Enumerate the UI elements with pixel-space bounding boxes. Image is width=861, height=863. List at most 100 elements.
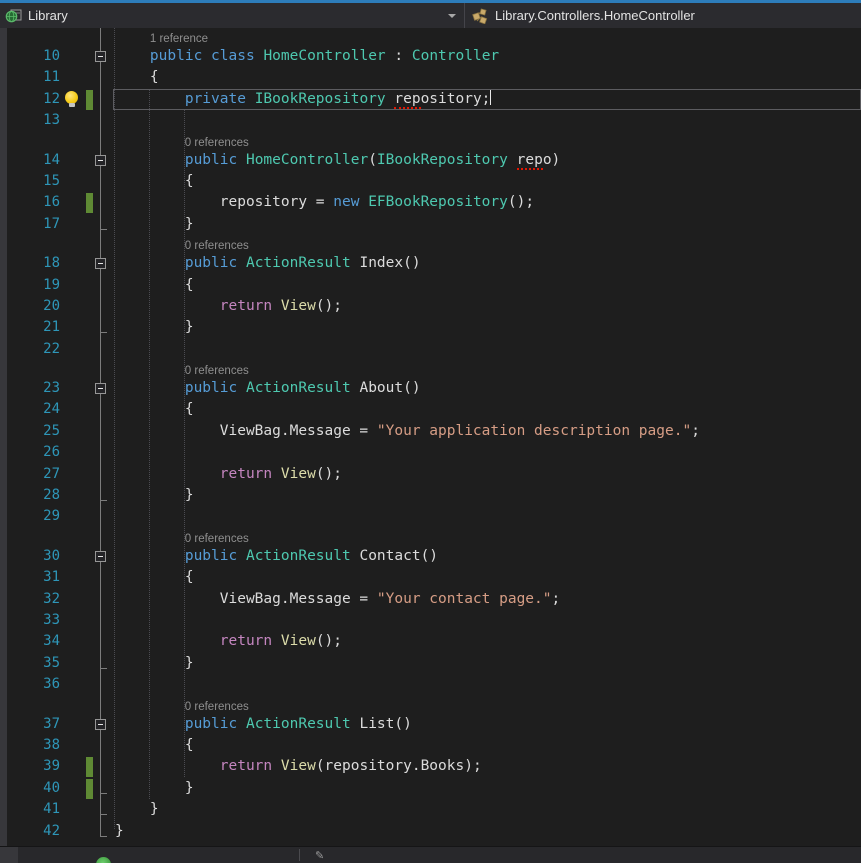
fold-end-marker (100, 668, 107, 669)
code-line[interactable]: 29 (0, 506, 861, 527)
code-text: } (115, 778, 194, 799)
code-token: { (115, 569, 194, 585)
code-line[interactable]: 30 public ActionResult Contact() (0, 546, 861, 567)
code-line[interactable]: 42} (0, 821, 861, 842)
fold-toggle-icon[interactable] (95, 383, 106, 394)
web-project-icon (5, 7, 22, 24)
code-line[interactable]: 24 { (0, 399, 861, 420)
code-line[interactable]: 34 return View(); (0, 631, 861, 652)
code-line[interactable]: 19 { (0, 275, 861, 296)
code-token (237, 255, 246, 271)
code-token: (); (316, 633, 342, 649)
code-text: public ActionResult Contact() (115, 546, 438, 567)
codelens-row: 0 references (0, 528, 861, 546)
code-line[interactable]: 20 return View(); (0, 296, 861, 317)
bottom-status-bar: ✎ (0, 846, 861, 863)
code-token: new (333, 194, 359, 210)
code-text: } (115, 653, 194, 674)
fold-toggle-icon[interactable] (95, 51, 106, 62)
code-token: View (281, 298, 316, 314)
code-line[interactable]: 13 (0, 110, 861, 131)
project-dropdown[interactable]: Library (0, 3, 464, 28)
code-line[interactable]: 17 } (0, 214, 861, 235)
type-dropdown[interactable]: Library.Controllers.HomeController (465, 3, 861, 28)
fold-toggle-icon[interactable] (95, 258, 106, 269)
code-text: } (115, 799, 159, 820)
code-text: { (115, 275, 194, 296)
code-token: ActionResult (246, 548, 351, 564)
code-line[interactable]: 39 return View(repository.Books); (0, 756, 861, 777)
lightbulb-base (69, 103, 75, 107)
code-line[interactable]: 31 { (0, 567, 861, 588)
code-text: { (115, 67, 159, 88)
code-line[interactable]: 18 public ActionResult Index() (0, 253, 861, 274)
line-number: 39 (0, 756, 60, 777)
line-number: 34 (0, 631, 60, 652)
code-line[interactable]: 26 (0, 442, 861, 463)
code-token (272, 758, 281, 774)
code-line[interactable]: 38 { (0, 735, 861, 756)
code-line[interactable]: 22 (0, 339, 861, 360)
line-number: 25 (0, 421, 60, 442)
code-line[interactable]: 27 return View(); (0, 464, 861, 485)
edit-glyph-icon[interactable]: ✎ (315, 849, 324, 863)
fold-toggle-icon[interactable] (95, 551, 106, 562)
code-token: { (115, 737, 194, 753)
code-line[interactable]: 14 public HomeController(IBookRepository… (0, 150, 861, 171)
code-token: ActionResult (246, 380, 351, 396)
fold-toggle-icon[interactable] (95, 155, 106, 166)
code-line[interactable]: 16 repository = new EFBookRepository(); (0, 192, 861, 213)
code-token: ository; (421, 91, 491, 107)
line-number: 30 (0, 546, 60, 567)
code-line[interactable]: 28 } (0, 485, 861, 506)
code-token: IBookRepository (377, 152, 508, 168)
run-status-icon[interactable] (96, 857, 111, 863)
fold-end-marker (100, 500, 107, 501)
code-token (237, 716, 246, 732)
code-token: View (281, 758, 316, 774)
code-line[interactable]: 37 public ActionResult List() (0, 714, 861, 735)
navigation-bar: Library Library.Controllers.HomeControll… (0, 3, 861, 29)
code-line[interactable]: 12 private IBookRepository repository; (0, 89, 861, 110)
code-token: public (150, 48, 202, 64)
code-token: { (115, 401, 194, 417)
code-line[interactable]: 25 ViewBag.Message = "Your application d… (0, 421, 861, 442)
chevron-down-icon[interactable] (448, 14, 456, 18)
code-line[interactable]: 15 { (0, 171, 861, 192)
code-line[interactable]: 23 public ActionResult About() (0, 378, 861, 399)
class-icon (472, 8, 489, 24)
code-token (115, 548, 185, 564)
code-line[interactable]: 41 } (0, 799, 861, 820)
code-token: o (543, 152, 552, 168)
code-text: public ActionResult Index() (115, 253, 421, 274)
code-line[interactable]: 11 { (0, 67, 861, 88)
code-text: { (115, 567, 194, 588)
code-token (359, 194, 368, 210)
code-line[interactable]: 21 } (0, 317, 861, 338)
code-token: IBookRepository (255, 91, 386, 107)
code-token: EFBookRepository (368, 194, 508, 210)
code-editor[interactable]: 1 reference10 public class HomeControlle… (0, 28, 861, 847)
line-number: 13 (0, 110, 60, 131)
code-token: { (115, 277, 194, 293)
code-token: return (220, 758, 272, 774)
code-line[interactable]: 36 (0, 674, 861, 695)
code-line[interactable]: 32 ViewBag.Message = "Your contact page.… (0, 589, 861, 610)
code-token (237, 152, 246, 168)
code-token (115, 91, 185, 107)
code-token: { (115, 173, 194, 189)
code-text: } (115, 821, 124, 842)
code-token: ViewBag.Message = (115, 423, 377, 439)
fold-toggle-icon[interactable] (95, 719, 106, 730)
code-token (115, 255, 185, 271)
code-token: return (220, 466, 272, 482)
code-line[interactable]: 40 } (0, 778, 861, 799)
code-line[interactable]: 10 public class HomeController : Control… (0, 46, 861, 67)
change-indicator (86, 757, 93, 777)
code-text: ViewBag.Message = "Your application desc… (115, 421, 700, 442)
line-number: 35 (0, 653, 60, 674)
code-line[interactable]: 35 } (0, 653, 861, 674)
code-text: { (115, 171, 194, 192)
code-line[interactable]: 33 (0, 610, 861, 631)
lightbulb-icon[interactable] (64, 91, 80, 108)
